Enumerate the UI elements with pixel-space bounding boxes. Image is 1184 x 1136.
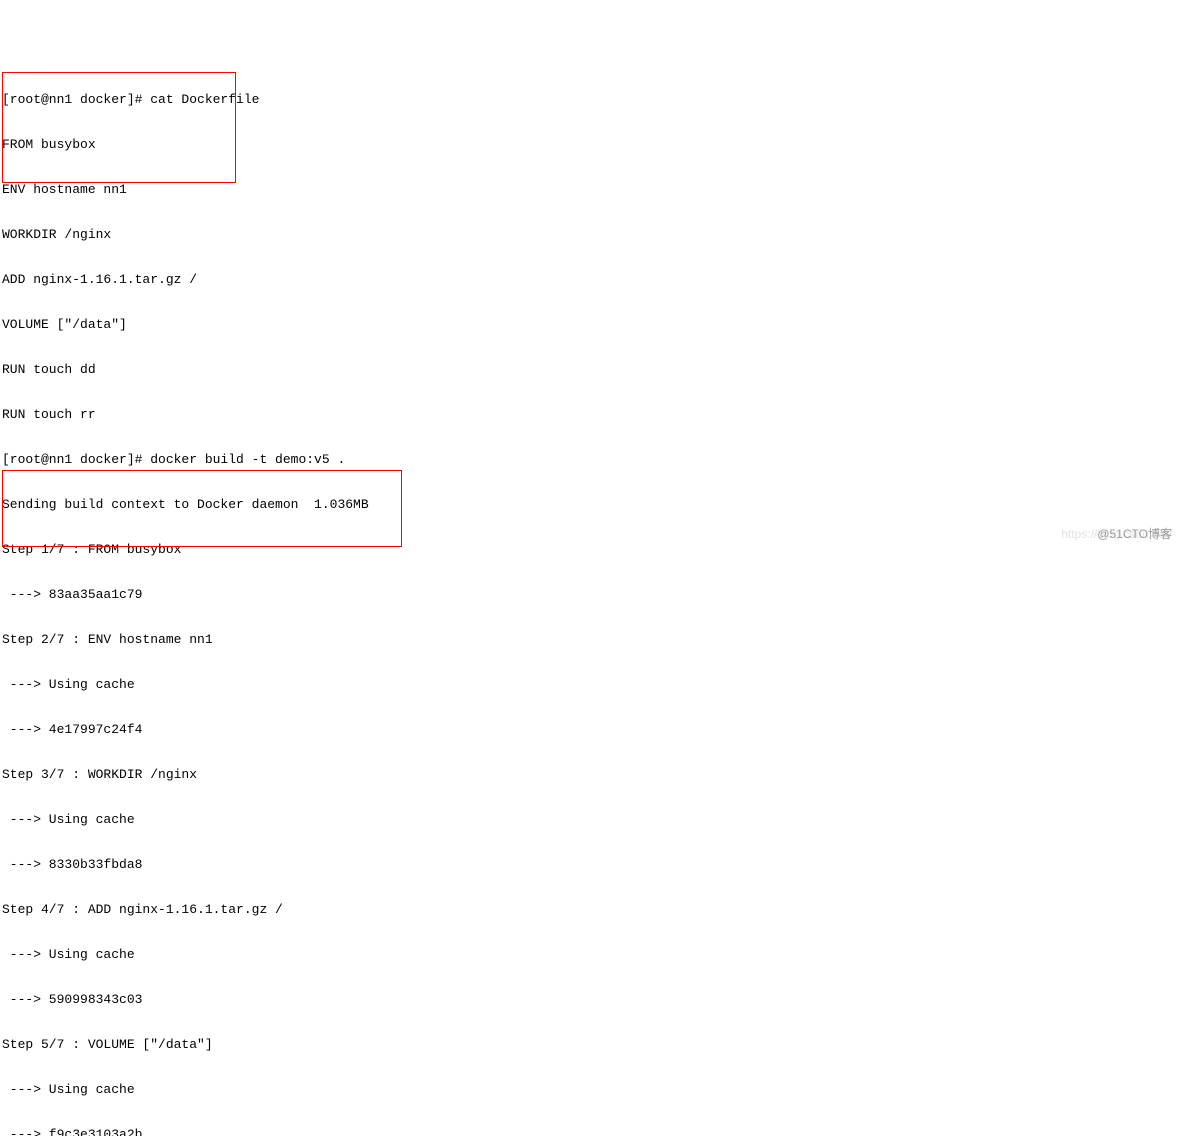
terminal-output: [root@nn1 docker]# cat Dockerfile FROM b… [2,62,1182,1136]
terminal-line: ---> Using cache [2,812,1182,827]
terminal-line: Step 2/7 : ENV hostname nn1 [2,632,1182,647]
terminal-line: RUN touch dd [2,362,1182,377]
terminal-line: Sending build context to Docker daemon 1… [2,497,1182,512]
terminal-line: ---> Using cache [2,677,1182,692]
terminal-line: ---> 4e17997c24f4 [2,722,1182,737]
terminal-line: VOLUME ["/data"] [2,317,1182,332]
terminal-line: ---> 8330b33fbda8 [2,857,1182,872]
terminal-line: ADD nginx-1.16.1.tar.gz / [2,272,1182,287]
terminal-line: FROM busybox [2,137,1182,152]
terminal-line: Step 1/7 : FROM busybox [2,542,1182,557]
highlight-box-dockerfile [2,72,236,183]
terminal-line: Step 5/7 : VOLUME ["/data"] [2,1037,1182,1052]
terminal-line: [root@nn1 docker]# cat Dockerfile [2,92,1182,107]
terminal-line: ---> f9c3e3103a2b [2,1127,1182,1136]
terminal-line: ---> Using cache [2,1082,1182,1097]
terminal-line: ---> 590998343c03 [2,992,1182,1007]
terminal-line: ENV hostname nn1 [2,182,1182,197]
terminal-line: WORKDIR /nginx [2,227,1182,242]
terminal-line: RUN touch rr [2,407,1182,422]
terminal-line: Step 3/7 : WORKDIR /nginx [2,767,1182,782]
watermark-text: @51CTO博客 [1097,527,1172,542]
terminal-line: ---> Using cache [2,947,1182,962]
terminal-line: ---> 83aa35aa1c79 [2,587,1182,602]
terminal-line: Step 4/7 : ADD nginx-1.16.1.tar.gz / [2,902,1182,917]
terminal-line: [root@nn1 docker]# docker build -t demo:… [2,452,1182,467]
